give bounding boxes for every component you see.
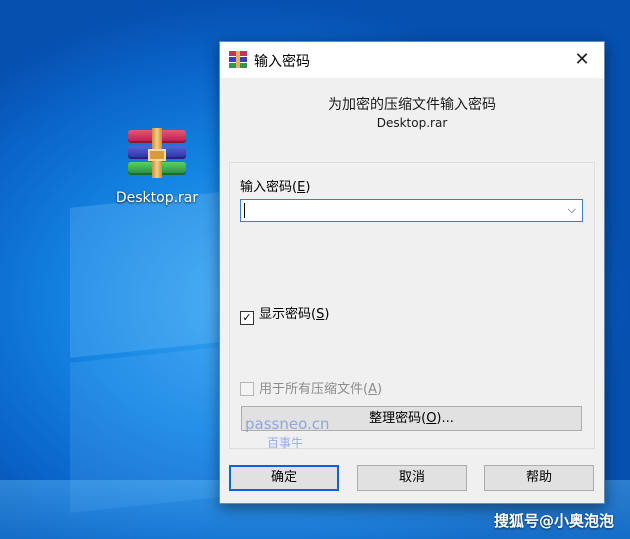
desktop-icon-desktop-rar[interactable]: Desktop.rar — [104, 128, 210, 206]
cancel-button[interactable]: 取消 — [357, 465, 467, 491]
password-input[interactable]: ⌵ — [240, 199, 583, 222]
winrar-archive-icon — [128, 128, 186, 178]
ok-button[interactable]: 确定 — [229, 465, 339, 491]
password-dialog: 输入密码 ✕ 为加密的压缩文件输入密码 Desktop.rar 输入密码(E) … — [219, 41, 605, 504]
wallpaper-window-pane — [70, 192, 220, 358]
desktop-background: Desktop.rar 输入密码 ✕ 为加密的压缩文件输入密码 Desktop.… — [0, 0, 630, 539]
password-label: 输入密码(E) — [240, 180, 311, 195]
show-password-checkbox[interactable]: ✓ 显示密码(S) — [240, 303, 329, 325]
dialog-heading: 为加密的压缩文件输入密码 — [328, 97, 496, 113]
watermark-site: passneo.cn — [245, 415, 330, 433]
close-icon[interactable]: ✕ — [560, 42, 604, 78]
checkbox-checked-icon[interactable]: ✓ — [240, 311, 254, 325]
checkbox-unchecked-icon — [240, 382, 254, 396]
chevron-down-icon[interactable]: ⌵ — [568, 203, 576, 217]
help-button[interactable]: 帮助 — [484, 465, 594, 491]
dialog-title: 输入密码 — [254, 54, 310, 70]
corner-watermark: 搜狐号@小奥泡泡 — [493, 512, 614, 530]
watermark-site-sub: 百事牛 — [267, 436, 304, 450]
text-caret — [244, 203, 245, 218]
show-password-label: 显示密码 — [259, 307, 312, 322]
archive-name: Desktop.rar — [376, 116, 448, 130]
use-for-all-label: 用于所有压缩文件 — [259, 382, 364, 397]
winrar-app-icon — [229, 51, 247, 68]
dialog-titlebar[interactable]: 输入密码 ✕ — [220, 42, 604, 78]
desktop-icon-label: Desktop.rar — [115, 190, 199, 206]
use-for-all-archives-checkbox: 用于所有压缩文件(A) — [240, 378, 382, 397]
